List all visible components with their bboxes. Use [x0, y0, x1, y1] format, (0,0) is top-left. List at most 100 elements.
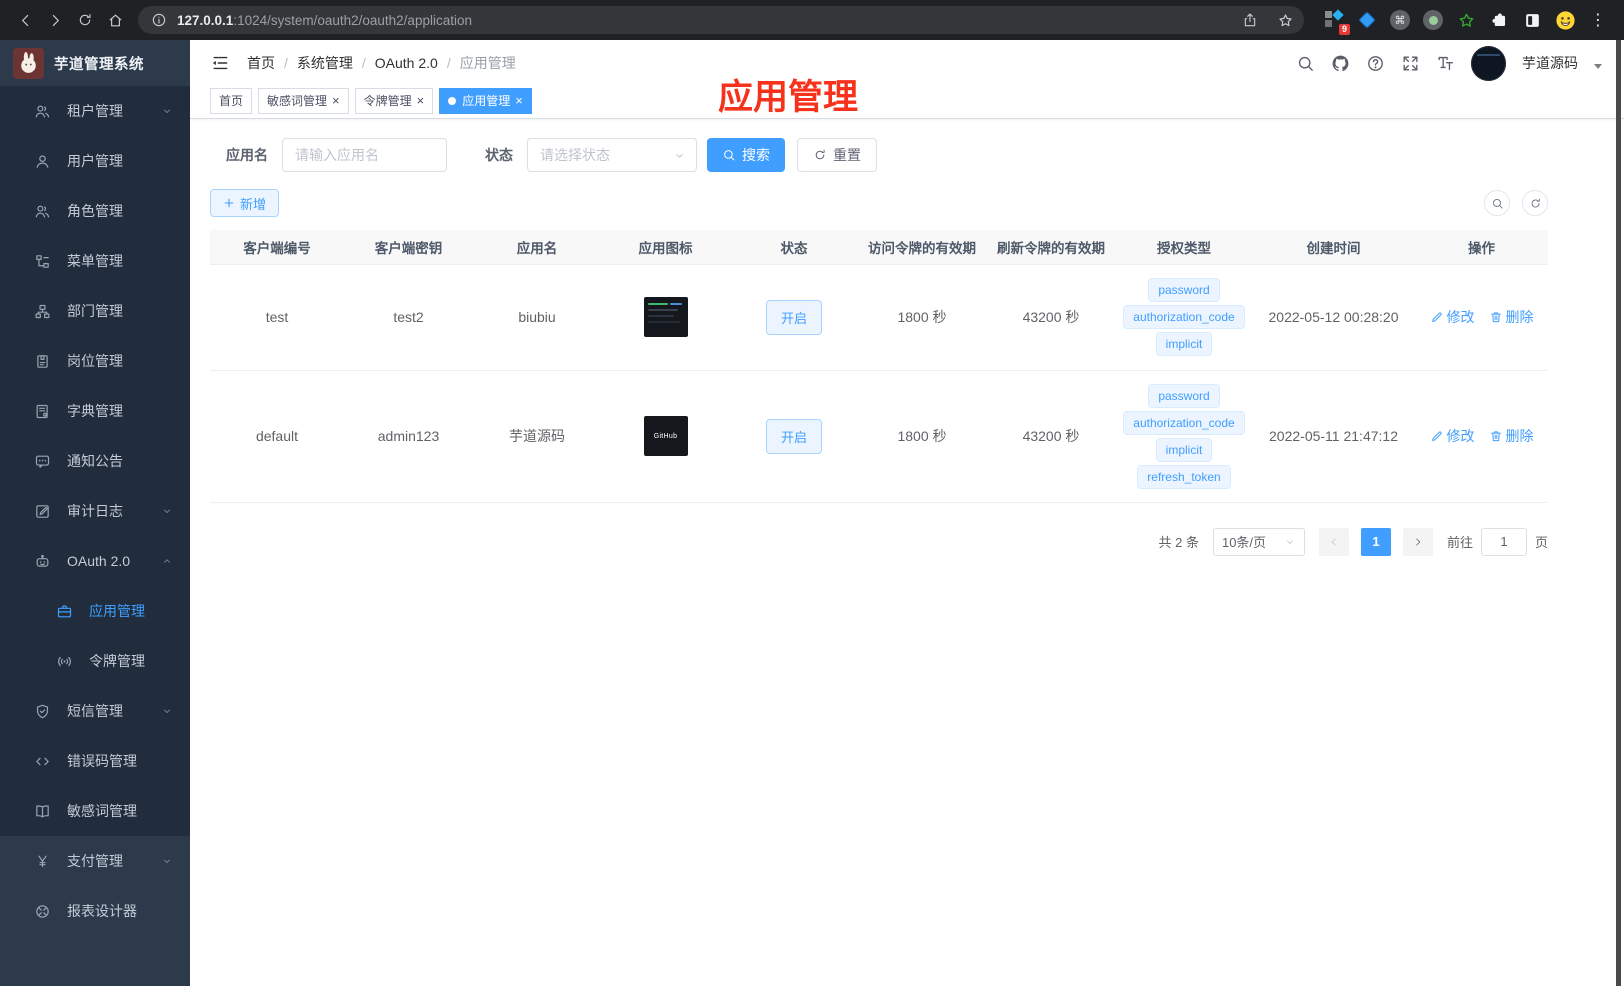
extensions-puzzle-icon[interactable]: [1487, 8, 1511, 32]
cell-status: 开启: [730, 370, 858, 503]
cell-grant-types: password authorization_code implicit: [1116, 264, 1252, 371]
shield-check-icon: [34, 703, 51, 720]
edit-link[interactable]: 修改: [1430, 426, 1475, 446]
search-icon[interactable]: [1296, 54, 1315, 73]
search-button[interactable]: 搜索: [707, 138, 785, 172]
extension-badge: 9: [1338, 24, 1350, 35]
tab-label: 令牌管理: [363, 94, 412, 108]
sidebar-collapse-icon[interactable]: [210, 53, 230, 73]
chevron-left-icon: [1328, 536, 1340, 548]
font-size-icon[interactable]: [1436, 54, 1455, 73]
sidebar-item-sensitive-word[interactable]: 敏感词管理: [0, 786, 190, 836]
app-icon-thumbnail[interactable]: [643, 297, 688, 337]
star-extension-icon[interactable]: [1454, 8, 1478, 32]
chevron-right-icon: [1412, 536, 1424, 548]
app-name-input[interactable]: [282, 138, 447, 172]
tab-token[interactable]: 令牌管理 ×: [354, 87, 434, 114]
user-icon: [34, 153, 51, 170]
status-toggle[interactable]: 开启: [765, 299, 822, 335]
profile-avatar-icon[interactable]: [1553, 8, 1577, 32]
sidebar-item-menu[interactable]: 菜单管理: [0, 236, 190, 286]
sidepanel-icon[interactable]: [1520, 8, 1544, 32]
cell-created-at: 2022-05-11 21:47:12: [1252, 370, 1415, 503]
site-info-icon[interactable]: [150, 7, 168, 33]
page-buttons: 1: [1318, 527, 1433, 556]
col-grant-types: 授权类型: [1116, 230, 1252, 265]
status-toggle[interactable]: 开启: [765, 418, 822, 454]
next-page-button[interactable]: [1402, 527, 1433, 556]
sidebar-item-report-designer[interactable]: 报表设计器: [0, 886, 190, 936]
tab-home[interactable]: 首页: [210, 87, 253, 114]
page-number-current[interactable]: 1: [1360, 527, 1391, 556]
delete-link[interactable]: 删除: [1489, 426, 1534, 446]
user-avatar[interactable]: [1471, 45, 1506, 81]
share-icon[interactable]: [1237, 7, 1263, 33]
reset-button[interactable]: 重置: [797, 138, 877, 172]
sidebar-item-dict[interactable]: 字典管理: [0, 386, 190, 436]
browser-forward-button[interactable]: [40, 5, 70, 35]
chevron-down-icon: [161, 705, 173, 717]
browser-back-button[interactable]: [10, 5, 40, 35]
table-search-toggle-button[interactable]: [1484, 190, 1510, 216]
fullscreen-icon[interactable]: [1401, 54, 1420, 73]
breadcrumb-home[interactable]: 首页: [247, 53, 275, 73]
github-icon[interactable]: [1331, 54, 1350, 73]
sidebar-item-label: 报表设计器: [67, 903, 137, 919]
table-header-row: 客户端编号 客户端密钥 应用名 应用图标 状态 访问令牌的有效期 刷新令牌的有效…: [210, 230, 1548, 265]
sidebar-item-oauth2[interactable]: OAuth 2.0: [0, 536, 190, 586]
tab-close-icon[interactable]: ×: [332, 94, 340, 107]
prev-page-button[interactable]: [1318, 527, 1349, 556]
user-menu-caret-icon[interactable]: [1594, 63, 1602, 69]
app-icon-thumbnail[interactable]: GitHub: [643, 416, 688, 456]
tab-application-active[interactable]: 应用管理 ×: [439, 87, 532, 114]
chevron-down-icon: [161, 105, 173, 117]
trash-icon: [1489, 310, 1503, 324]
sidebar-item-notice[interactable]: 通知公告: [0, 436, 190, 486]
sidebar-item-dept[interactable]: 部门管理: [0, 286, 190, 336]
total-count: 共 2 条: [1158, 535, 1199, 550]
status-select-placeholder: 请选择状态: [540, 147, 610, 163]
goto-label: 前往: [1446, 535, 1473, 550]
sidebar-item-role[interactable]: 角色管理: [0, 186, 190, 236]
address-bar[interactable]: 127.0.0.1:1024/system/oauth2/oauth2/appl…: [138, 6, 1304, 34]
code-icon: [34, 753, 51, 770]
sidebar-item-oauth2-token[interactable]: 令牌管理: [0, 636, 190, 686]
sidebar-item-tenant[interactable]: 租户管理: [0, 86, 190, 136]
command-extension-icon[interactable]: ⌘: [1388, 8, 1412, 32]
delete-link[interactable]: 删除: [1489, 307, 1534, 327]
tab-label: 应用管理: [462, 94, 511, 108]
browser-reload-button[interactable]: [70, 5, 100, 35]
browser-home-button[interactable]: [100, 5, 130, 35]
sidebar-item-oauth2-application[interactable]: 应用管理: [0, 586, 190, 636]
sidebar-item-audit-log[interactable]: 审计日志: [0, 486, 190, 536]
search-icon: [1491, 197, 1504, 210]
browser-menu-icon[interactable]: ⋮: [1586, 10, 1610, 30]
menu-tree-icon: [34, 253, 51, 270]
applications-table: 客户端编号 客户端密钥 应用名 应用图标 状态 访问令牌的有效期 刷新令牌的有效…: [210, 230, 1548, 503]
table-refresh-button[interactable]: [1522, 190, 1548, 216]
breadcrumb-oauth2[interactable]: OAuth 2.0: [375, 55, 438, 71]
tab-sensitive-word[interactable]: 敏感词管理 ×: [258, 87, 349, 114]
bookmark-star-icon[interactable]: [1272, 7, 1298, 33]
username[interactable]: 芋道源码: [1522, 53, 1578, 73]
sidebar-item-sms[interactable]: 短信管理: [0, 686, 190, 736]
tab-close-icon[interactable]: ×: [417, 94, 425, 107]
tab-close-icon[interactable]: ×: [515, 94, 523, 107]
topbar-actions: 芋道源码: [1296, 45, 1602, 81]
sidebar-item-post[interactable]: 岗位管理: [0, 336, 190, 386]
app-logo-row[interactable]: 芋道管理系统: [0, 40, 190, 86]
status-select[interactable]: 请选择状态: [527, 138, 697, 172]
add-button[interactable]: 新增: [210, 189, 280, 217]
sidebar-item-user[interactable]: 用户管理: [0, 136, 190, 186]
sidebar-item-payment[interactable]: 支付管理: [0, 836, 190, 886]
goto-page-input[interactable]: [1480, 527, 1527, 556]
recorder-extension-icon[interactable]: [1421, 8, 1445, 32]
window-scrollbar[interactable]: [1616, 40, 1621, 986]
adblock-extension-icon[interactable]: 9: [1322, 8, 1350, 35]
gem-extension-icon[interactable]: [1355, 8, 1379, 32]
page-size-select[interactable]: 10条/页: [1212, 527, 1305, 556]
help-icon[interactable]: [1366, 54, 1385, 73]
breadcrumb-system[interactable]: 系统管理: [297, 53, 353, 73]
sidebar-item-error-code[interactable]: 错误码管理: [0, 736, 190, 786]
edit-link[interactable]: 修改: [1430, 307, 1475, 327]
